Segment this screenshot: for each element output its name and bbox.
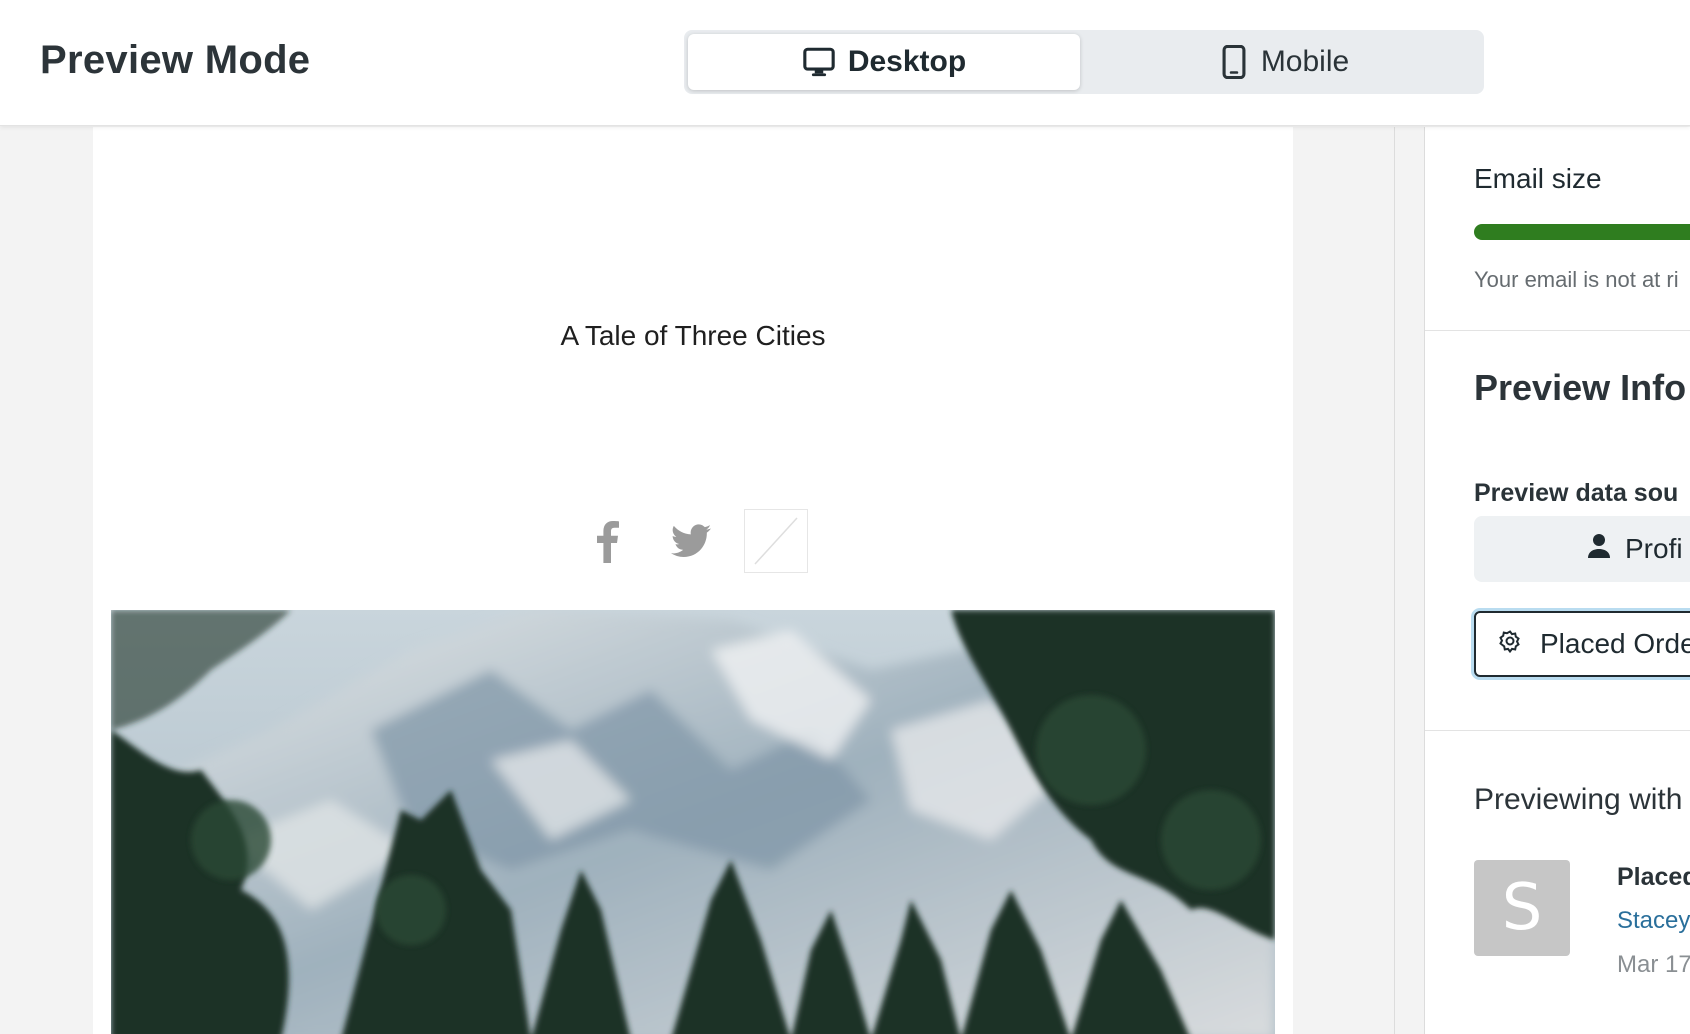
preview-info-section: Preview Info Preview data sou Profi Plac… <box>1425 331 1690 731</box>
profile-source-label: Profi <box>1625 533 1683 564</box>
preview-event-date: Mar 17 <box>1617 951 1690 978</box>
social-links <box>93 509 1293 575</box>
email-size-bar <box>1474 224 1690 240</box>
email-canvas: A Tale of Three Cities <box>93 127 1293 1034</box>
phone-icon <box>1219 45 1249 79</box>
mobile-label: Mobile <box>1260 45 1350 78</box>
device-toggle: Desktop Mobile <box>684 30 1484 94</box>
email-size-section: Email size Your email is not at ri <box>1425 127 1690 331</box>
top-bar: Preview Mode Desktop Mobile <box>0 0 1690 126</box>
desktop-label: Desktop <box>847 45 967 78</box>
twitter-icon[interactable] <box>659 509 723 573</box>
preview-event-name: Placed <box>1617 863 1690 891</box>
hero-image <box>111 610 1275 1034</box>
side-panel: Email size Your email is not at ri Previ… <box>1424 127 1690 1034</box>
event-select-label: Placed Orde <box>1540 628 1690 659</box>
monitor-icon <box>802 45 836 79</box>
email-preview-area[interactable]: A Tale of Three Cities <box>0 127 1395 1034</box>
preview-info-title: Preview Info <box>1474 367 1687 408</box>
person-icon <box>1587 533 1611 566</box>
email-size-label: Email size <box>1474 163 1602 194</box>
previewing-with-title: Previewing with <box>1474 783 1683 816</box>
mobile-toggle-button[interactable]: Mobile <box>1088 34 1480 90</box>
avatar: S <box>1474 860 1570 956</box>
gear-icon <box>1498 628 1522 660</box>
email-size-note: Your email is not at ri <box>1474 267 1679 292</box>
page-title: Preview Mode <box>40 38 311 82</box>
preview-profile-link[interactable]: Stacey <box>1617 907 1690 935</box>
profile-source-button[interactable]: Profi <box>1474 516 1690 582</box>
email-heading: A Tale of Three Cities <box>560 320 826 351</box>
broken-image-icon[interactable] <box>744 509 808 573</box>
desktop-toggle-button[interactable]: Desktop <box>688 34 1080 90</box>
event-select[interactable]: Placed Orde <box>1474 611 1690 677</box>
facebook-icon[interactable] <box>575 509 639 573</box>
preview-data-source-label: Preview data sou <box>1474 479 1679 507</box>
